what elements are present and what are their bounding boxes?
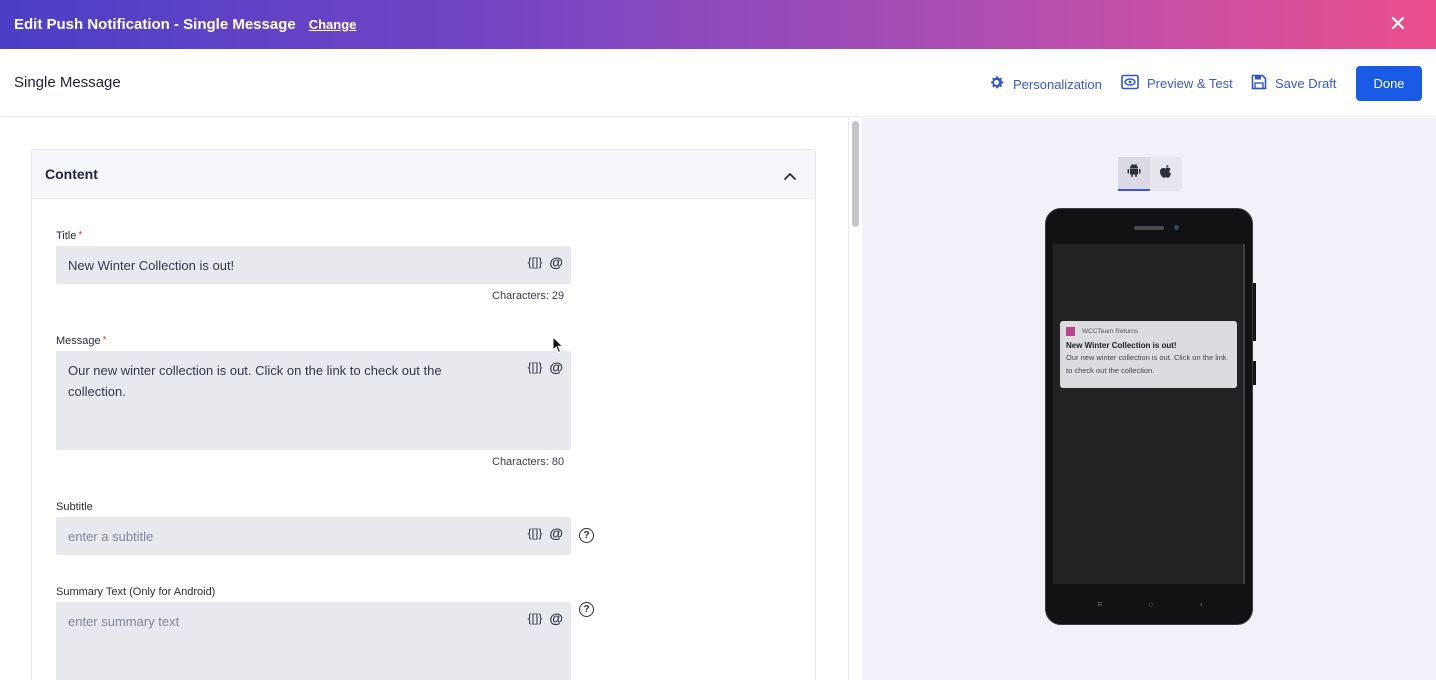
- preview-test-button[interactable]: Preview & Test: [1121, 74, 1233, 93]
- phone-side-button: [1253, 361, 1256, 385]
- scrollbar[interactable]: [848, 118, 862, 680]
- help-icon[interactable]: ?: [579, 602, 594, 617]
- preview-panel: WCCTeam Returns New Winter Collection is…: [862, 118, 1436, 680]
- notification-preview: WCCTeam Returns New Winter Collection is…: [1060, 321, 1237, 388]
- phone-screen: WCCTeam Returns New Winter Collection is…: [1053, 244, 1245, 584]
- insert-variable-button[interactable]: {[]}: [528, 611, 543, 625]
- platform-toggle: [1118, 157, 1182, 191]
- title-input[interactable]: New Winter Collection is out! {[]} @: [56, 246, 571, 284]
- android-tab[interactable]: [1118, 157, 1150, 191]
- help-icon[interactable]: ?: [579, 528, 594, 543]
- top-banner: Edit Push Notification - Single Message …: [0, 0, 1436, 49]
- message-token-tools: {[]} @: [521, 359, 563, 375]
- ios-tab[interactable]: [1150, 157, 1182, 191]
- message-value: Our new winter collection is out. Click …: [68, 363, 442, 399]
- mention-button[interactable]: @: [549, 254, 563, 270]
- banner-title: Edit Push Notification - Single Message: [14, 16, 296, 33]
- personalization-button[interactable]: Personalization: [988, 74, 1102, 94]
- subtitle-label: Subtitle: [56, 501, 93, 513]
- summary-textarea[interactable]: enter summary text {[]} @: [56, 602, 571, 680]
- notification-app-row: WCCTeam Returns: [1066, 327, 1231, 336]
- phone-navbar: ≡ ○ ‹: [1046, 599, 1254, 609]
- mention-button[interactable]: @: [549, 359, 563, 375]
- change-link[interactable]: Change: [309, 17, 357, 32]
- summary-token-tools: {[]} @: [521, 610, 563, 626]
- summary-placeholder: enter summary text: [68, 614, 180, 629]
- page-title: Single Message: [14, 74, 121, 91]
- title-label: Title *: [56, 230, 82, 242]
- section-title: Content: [45, 166, 98, 182]
- mention-button[interactable]: @: [549, 610, 563, 626]
- required-mark: *: [102, 335, 107, 346]
- subtitle-input[interactable]: enter a subtitle {[]} @: [56, 517, 571, 555]
- menu-icon: ≡: [1097, 599, 1103, 609]
- notification-title: New Winter Collection is out!: [1066, 341, 1177, 350]
- subtitle-token-tools: {[]} @: [521, 525, 563, 541]
- summary-label: Summary Text (Only for Android): [56, 586, 216, 598]
- save-draft-button[interactable]: Save Draft: [1251, 74, 1336, 93]
- notification-app-name: WCCTeam Returns: [1082, 328, 1138, 335]
- phone-camera: [1174, 225, 1179, 230]
- preview-test-label: Preview & Test: [1147, 76, 1233, 91]
- mention-button[interactable]: @: [549, 525, 563, 541]
- phone-speaker: [1134, 226, 1164, 230]
- mouse-pointer-icon: [552, 335, 564, 359]
- content-section-header[interactable]: Content: [32, 150, 815, 199]
- content-form-panel[interactable]: Content Title * New Winter Collection is …: [0, 118, 848, 680]
- home-icon: ○: [1148, 599, 1154, 609]
- notification-body: Our new winter collection is out. Click …: [1066, 353, 1227, 375]
- save-draft-label: Save Draft: [1275, 76, 1337, 91]
- title-char-count: Characters: 29: [492, 290, 565, 302]
- close-icon[interactable]: [1388, 13, 1408, 33]
- personalization-label: Personalization: [1013, 76, 1102, 92]
- message-char-count: Characters: 80: [492, 456, 565, 468]
- title-label-text: Title: [56, 230, 77, 242]
- required-mark: *: [78, 230, 83, 241]
- insert-variable-button[interactable]: {[]}: [528, 526, 543, 540]
- gear-icon: [988, 74, 1013, 94]
- subtitle-placeholder: enter a subtitle: [68, 529, 154, 544]
- done-button[interactable]: Done: [1356, 66, 1422, 101]
- content-section: Content Title * New Winter Collection is …: [31, 149, 816, 680]
- message-label-text: Message: [56, 335, 101, 347]
- insert-variable-button[interactable]: {[]}: [528, 255, 543, 269]
- title-value: New Winter Collection is out!: [68, 258, 235, 273]
- apple-icon: [1159, 164, 1173, 185]
- phone-mockup: WCCTeam Returns New Winter Collection is…: [1045, 208, 1256, 625]
- message-textarea[interactable]: Our new winter collection is out. Click …: [56, 351, 571, 450]
- editor-header: Single Message Personalization Preview &…: [0, 49, 1436, 117]
- back-icon: ‹: [1199, 599, 1203, 609]
- android-icon: [1127, 163, 1141, 183]
- eye-icon: [1121, 74, 1147, 93]
- title-token-tools: {[]} @: [521, 254, 563, 270]
- chevron-up-icon[interactable]: [783, 168, 797, 186]
- phone-side-button: [1253, 283, 1256, 341]
- message-label: Message *: [56, 335, 107, 347]
- app-icon: [1066, 327, 1075, 336]
- save-icon: [1251, 74, 1275, 93]
- scrollbar-thumb[interactable]: [852, 121, 859, 227]
- insert-variable-button[interactable]: {[]}: [528, 360, 543, 374]
